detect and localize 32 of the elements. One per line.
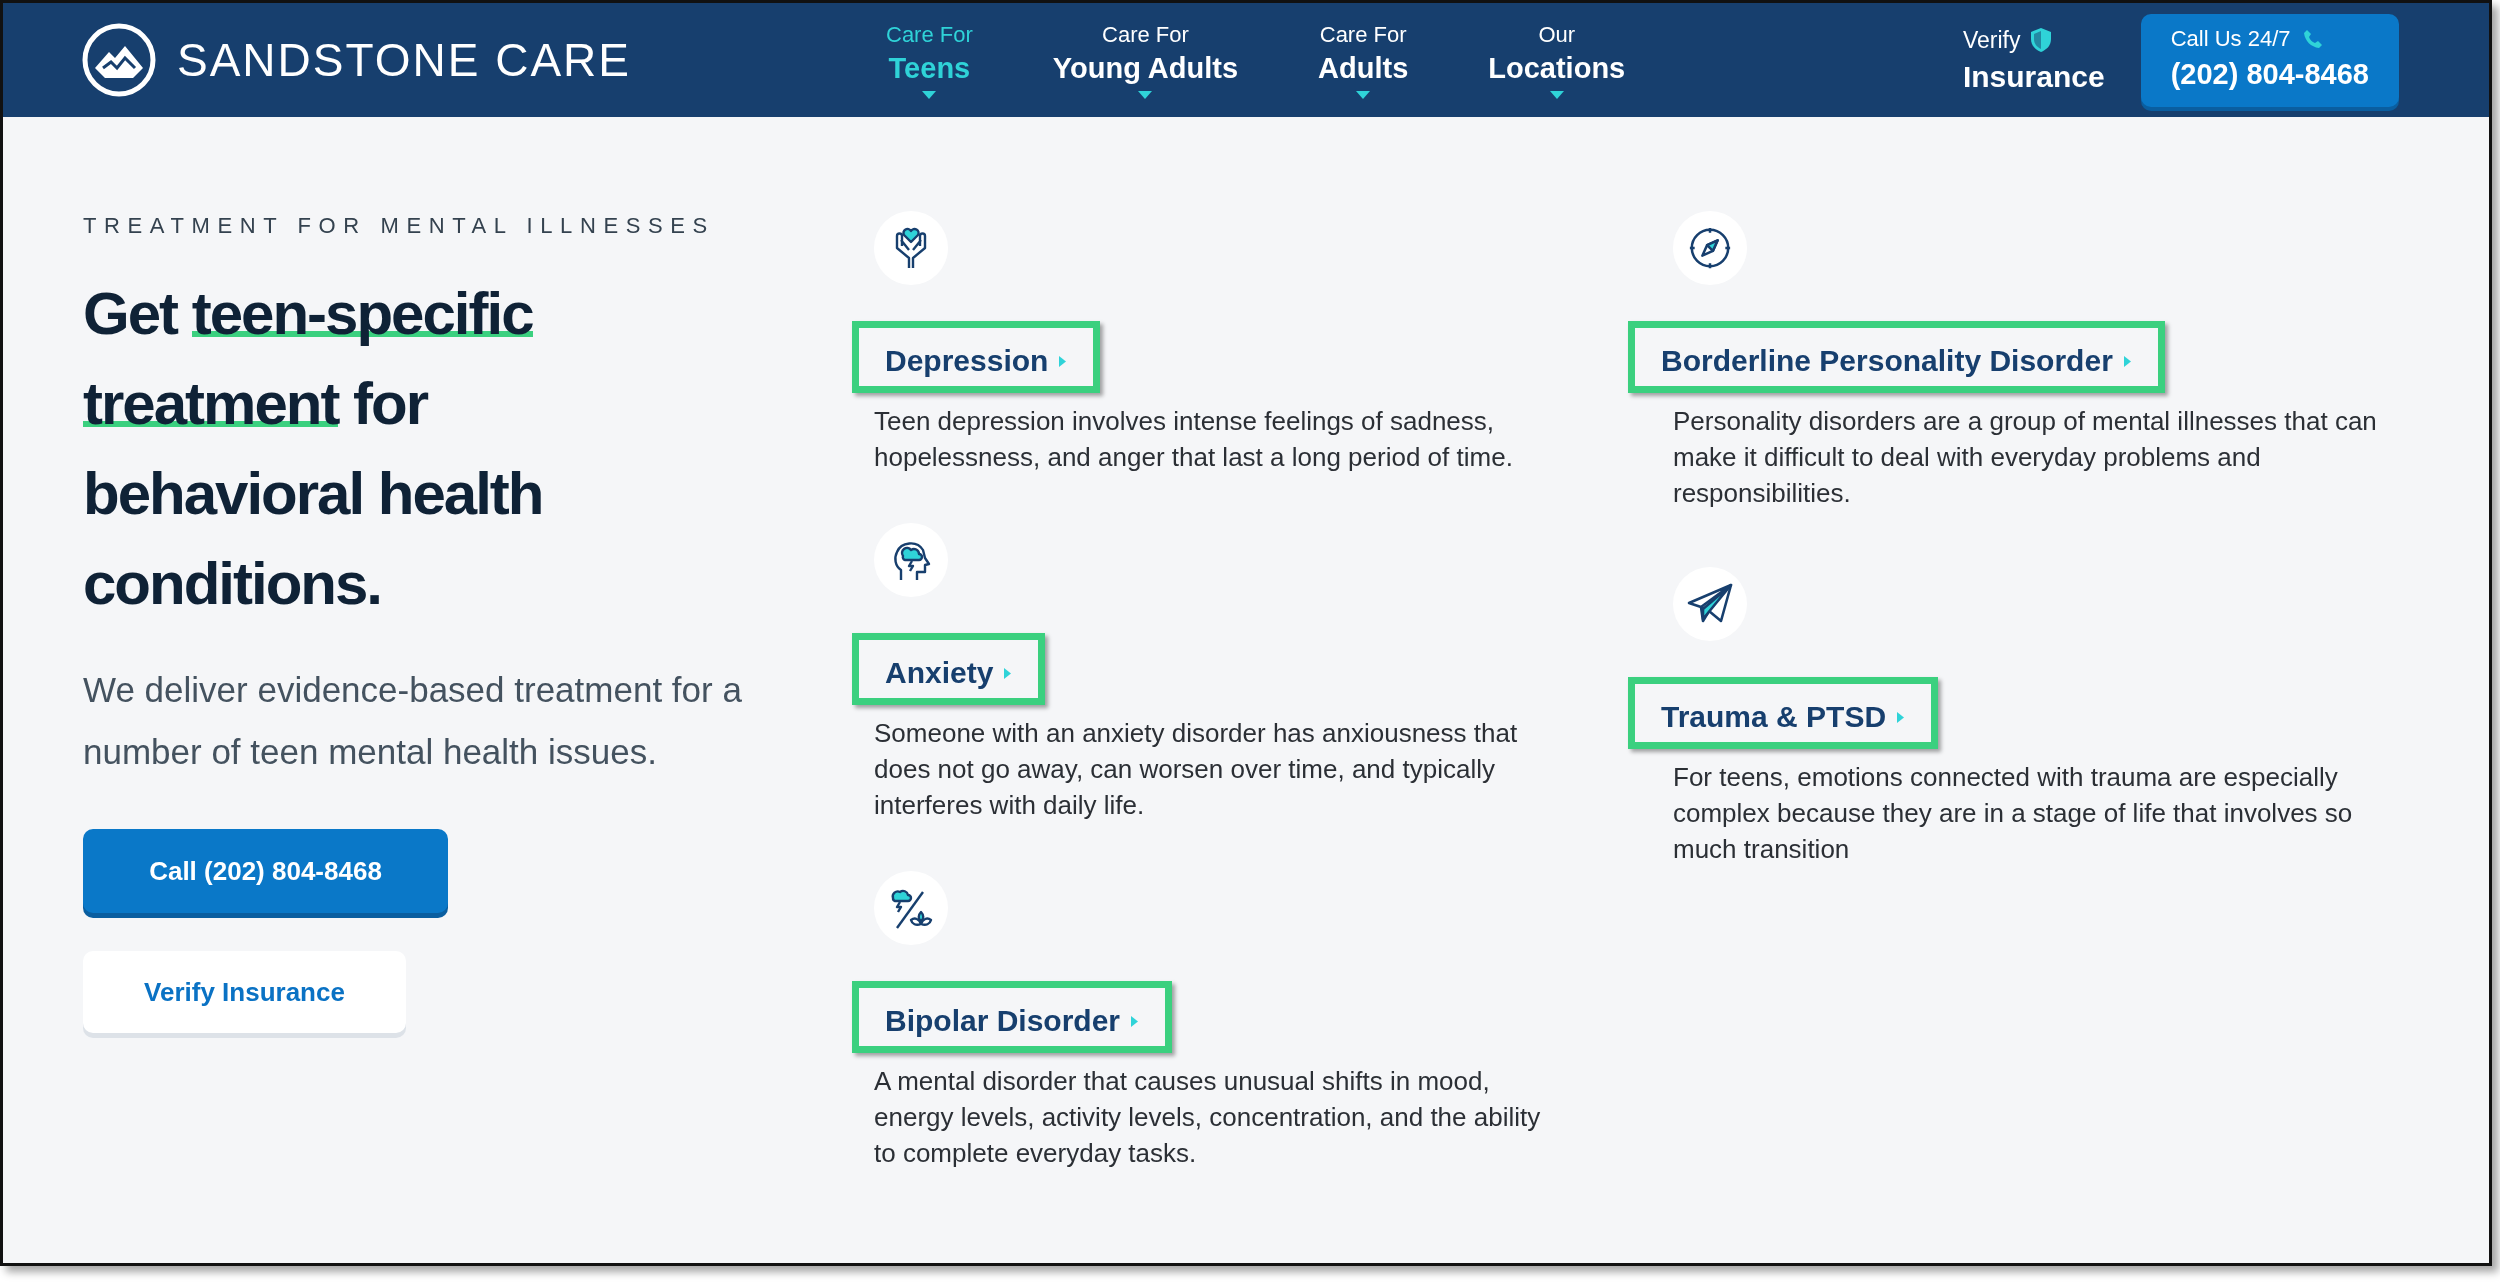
caret-icon [1138, 90, 1153, 99]
headline: Get teen-specific treatment for behavioral health conditions. [83, 279, 544, 619]
caret-icon [1130, 1014, 1140, 1028]
compass-icon [1687, 225, 1733, 271]
intro-text: We deliver evidence-based treatment for a number of teen mental health issues. [83, 669, 743, 773]
phone-icon [2302, 28, 2323, 49]
nav-link[interactable]: Care For Teens [846, 21, 1013, 99]
eyebrow-text: TREATMENT FOR MENTAL ILLNESSES [83, 213, 716, 239]
caret-icon [1549, 90, 1564, 99]
condition-link[interactable]: Anxiety [852, 633, 1046, 705]
shield-icon [2030, 27, 2053, 53]
condition-description: A mental disorder that causes unusual shifts in mood, energy levels, activity levels, concentration, and the ability to complete everyday tasks. [874, 1065, 1542, 1170]
mountain-logo-icon [81, 22, 157, 98]
nav-link[interactable]: Care For Young Adults [1012, 21, 1279, 99]
condition-description: For teens, emotions connected with trauma are especially complex because they are in a stage of life that involves so much transition [1673, 761, 2354, 866]
caret-icon [1356, 90, 1371, 99]
caret-icon [1896, 710, 1906, 724]
nav-link[interactable]: Our Locations [1448, 21, 1666, 99]
condition-description: Teen depression involves intense feelings of sadness, hopelessness, and anger that last a long period of time. [874, 405, 1514, 474]
caret-icon [2122, 354, 2132, 368]
caret-icon [1003, 666, 1013, 680]
verify-insurance-link[interactable]: Verify Insurance [1962, 26, 2105, 94]
logo-text[interactable]: SANDSTONE CARE [177, 33, 632, 87]
condition-link[interactable]: Borderline Personality Disorder [1628, 321, 2165, 393]
condition-description: Personality disorders are a group of mental illnesses that can make it difficult to deal with everyday problems and responsibilities. [1673, 405, 2378, 510]
nav-link[interactable]: Care For Adults [1278, 21, 1449, 99]
condition-link[interactable]: Trauma & PTSD [1628, 677, 1939, 749]
condition-description: Someone with an anxiety disorder has anxiousness that does not go away, can worsen over time, and typically interferes with daily life. [874, 717, 1519, 822]
condition-link[interactable]: Depression [852, 321, 1101, 393]
caret-icon [922, 90, 937, 99]
caret-icon [1058, 354, 1068, 368]
condition-link[interactable]: Bipolar Disorder [852, 981, 1173, 1053]
